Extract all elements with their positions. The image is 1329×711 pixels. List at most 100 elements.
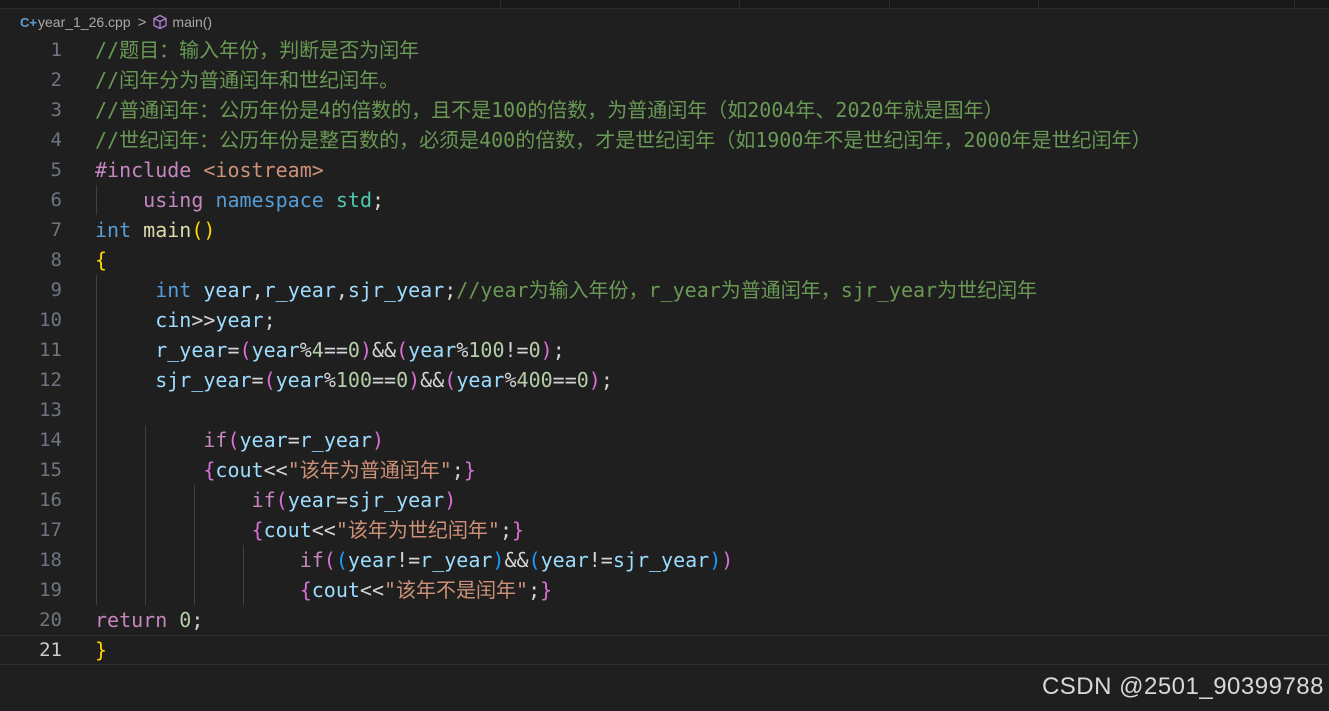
- code-token: &&: [372, 338, 397, 362]
- code-token: (): [191, 218, 216, 242]
- code-token: "该年为普通闰年": [287, 458, 452, 482]
- code-token: (: [275, 488, 288, 512]
- line-number: 4: [50, 129, 62, 151]
- code-token: >>: [191, 308, 216, 332]
- code-line[interactable]: 6 using namespace std;: [0, 185, 1329, 215]
- code-line[interactable]: 2 //闰年分为普通闰年和世纪闰年。: [0, 65, 1329, 95]
- breadcrumb-file[interactable]: year_1_26.cpp: [38, 14, 131, 30]
- code-line[interactable]: 16 if(year=sjr_year): [0, 485, 1329, 515]
- code-token: ;: [263, 308, 276, 332]
- code-text: sjr_year=(year%100==0)&&(year%400==0);: [95, 365, 613, 395]
- code-token: int: [95, 218, 132, 242]
- code-text: {cout<<"该年为世纪闰年";}: [95, 515, 525, 545]
- code-token: (: [444, 368, 457, 392]
- line-number: 10: [39, 309, 62, 331]
- code-token: ;: [600, 368, 613, 392]
- code-token: (: [528, 548, 541, 572]
- code-token: !=: [588, 548, 613, 572]
- code-token: 0: [179, 608, 192, 632]
- tab-slot[interactable]: [890, 0, 1039, 8]
- code-line[interactable]: 11 r_year=(year%4==0)&&(year%100!=0);: [0, 335, 1329, 365]
- code-line[interactable]: 13: [0, 395, 1329, 425]
- code-text: if(year=r_year): [95, 425, 384, 455]
- code-token: ): [371, 428, 385, 452]
- code-token: !=: [504, 338, 529, 362]
- code-token: {: [203, 458, 216, 482]
- code-token: ): [408, 368, 421, 392]
- code-token: //普通闰年：公历年份是4的倍数的，且不是100的倍数，为普通闰年（如2004年…: [95, 98, 1004, 122]
- tab-slot[interactable]: [1039, 0, 1295, 8]
- code-token: ): [709, 548, 722, 572]
- code-line[interactable]: 1 //题目：输入年份，判断是否为闰年: [0, 35, 1329, 65]
- code-token: cout: [215, 458, 264, 482]
- code-line[interactable]: 18 if((year!=r_year)&&(year!=sjr_year)): [0, 545, 1329, 575]
- code-token: r_year: [155, 338, 228, 362]
- code-line[interactable]: 3 //普通闰年：公历年份是4的倍数的，且不是100的倍数，为普通闰年（如2004…: [0, 95, 1329, 125]
- code-line[interactable]: 17 {cout<<"该年为世纪闰年";}: [0, 515, 1329, 545]
- code-token: //世纪闰年：公历年份是整百数的，必须是400的倍数，才是世纪闰年（如1900年…: [95, 128, 1152, 152]
- line-number: 13: [39, 399, 62, 421]
- code-line[interactable]: 15 {cout<<"该年为普通闰年";}: [0, 455, 1329, 485]
- line-number: 8: [50, 249, 62, 271]
- code-editor[interactable]: 1 //题目：输入年份，判断是否为闰年 2 //闰年分为普通闰年和世纪闰年。 3 //普通…: [0, 35, 1329, 665]
- code-token: ): [444, 488, 457, 512]
- code-token: =: [227, 338, 240, 362]
- code-token: 0: [396, 368, 409, 392]
- breadcrumb-symbol[interactable]: main(): [172, 14, 212, 30]
- code-line[interactable]: 21}: [0, 635, 1329, 665]
- code-line[interactable]: 19 {cout<<"该年不是闰年";}: [0, 575, 1329, 605]
- code-token: 100: [468, 338, 505, 362]
- code-text: //世纪闰年：公历年份是整百数的，必须是400的倍数，才是世纪闰年（如1900年…: [95, 125, 1152, 155]
- code-token: ): [540, 338, 553, 362]
- code-token: sjr_year: [347, 278, 445, 302]
- code-token: ,: [335, 278, 348, 302]
- code-token: (: [263, 368, 276, 392]
- tab-slot[interactable]: [501, 0, 740, 8]
- code-token: sjr_year: [612, 548, 710, 572]
- code-token: cout: [311, 578, 360, 602]
- code-token: 0: [347, 338, 360, 362]
- code-line[interactable]: 14 if(year=r_year): [0, 425, 1329, 455]
- code-token: <<: [359, 578, 385, 602]
- tab-slot[interactable]: [740, 0, 890, 8]
- code-line[interactable]: 10 cin>>year;: [0, 305, 1329, 335]
- code-token: ;: [451, 458, 464, 482]
- code-token: ;: [371, 188, 385, 212]
- code-line[interactable]: 7 int main(): [0, 215, 1329, 245]
- code-text: using namespace std;: [95, 185, 384, 215]
- code-line[interactable]: 9 int year,r_year,sjr_year;//year为输入年份，r…: [0, 275, 1329, 305]
- code-token: <<: [263, 458, 288, 482]
- tab-slot[interactable]: [0, 0, 501, 8]
- code-token: ==: [323, 338, 348, 362]
- code-token: r_year: [299, 428, 372, 452]
- code-token: ;: [499, 518, 512, 542]
- code-token: !=: [396, 548, 421, 572]
- code-token: year: [239, 428, 288, 452]
- code-line[interactable]: 5 #include <iostream>: [0, 155, 1329, 185]
- code-token: if: [203, 428, 228, 452]
- code-token: }: [95, 638, 108, 662]
- code-token: //题目：输入年份，判断是否为闰年: [95, 38, 420, 62]
- code-token: sjr_year: [155, 368, 252, 392]
- code-line[interactable]: 12 sjr_year=(year%100==0)&&(year%400==0)…: [0, 365, 1329, 395]
- code-line[interactable]: 4 //世纪闰年：公历年份是整百数的，必须是400的倍数，才是世纪闰年（如1900…: [0, 125, 1329, 155]
- code-token: ==: [371, 368, 397, 392]
- code-token: 100: [335, 368, 372, 392]
- code-token: cout: [263, 518, 312, 542]
- code-token: std: [335, 188, 372, 212]
- code-token: }: [512, 518, 525, 542]
- code-line[interactable]: 8{: [0, 245, 1329, 275]
- code-token: (: [323, 548, 336, 572]
- line-number: 19: [39, 579, 62, 601]
- code-token: ;: [528, 578, 541, 602]
- code-text: {cout<<"该年不是闰年";}: [95, 575, 553, 605]
- code-token: #include: [95, 158, 204, 182]
- code-text: }: [95, 636, 107, 664]
- code-line[interactable]: 20 return 0;: [0, 605, 1329, 635]
- code-text: int year,r_year,sjr_year;//year为输入年份，r_y…: [95, 275, 1037, 305]
- code-token: r_year: [420, 548, 493, 572]
